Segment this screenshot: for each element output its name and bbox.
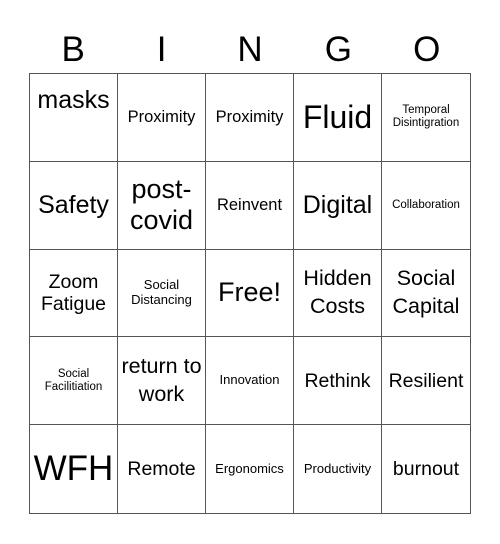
header-letter-i: I: [156, 30, 167, 69]
bingo-cell[interactable]: Collaboration: [382, 162, 470, 250]
bingo-cell[interactable]: Zoom Fatigue: [30, 249, 118, 338]
bingo-cell[interactable]: return to work: [118, 337, 206, 426]
bingo-cell[interactable]: Proximity: [206, 74, 294, 162]
bingo-cell[interactable]: Reinvent: [206, 161, 294, 250]
bingo-cell[interactable]: Ergonomics: [206, 425, 294, 513]
bingo-header: B I N G O: [29, 28, 471, 72]
bingo-cell[interactable]: Digital: [294, 161, 382, 250]
bingo-cell[interactable]: Remote: [118, 425, 206, 513]
header-letter-b: B: [61, 30, 85, 69]
header-letter-g: G: [324, 30, 352, 69]
bingo-cell[interactable]: Resilient: [382, 337, 470, 426]
header-letter-n: N: [237, 30, 263, 69]
bingo-cell[interactable]: Safety: [30, 161, 118, 250]
bingo-cell[interactable]: Social Capital: [382, 250, 470, 338]
bingo-cell[interactable]: Innovation: [206, 337, 294, 426]
bingo-cell[interactable]: Proximity: [118, 74, 206, 162]
bingo-cell[interactable]: Fluid: [294, 74, 382, 162]
header-letter-o: O: [413, 30, 441, 69]
bingo-card-grid: masks Proximity Proximity Fluid Temporal…: [29, 73, 471, 514]
bingo-cell[interactable]: WFH: [30, 425, 118, 513]
bingo-cell[interactable]: Temporal Disintigration: [382, 74, 470, 162]
bingo-cell[interactable]: Social Facilitiation: [30, 337, 118, 426]
bingo-cell[interactable]: burnout: [382, 425, 470, 513]
bingo-cell[interactable]: Productivity: [294, 425, 382, 513]
bingo-cell[interactable]: masks: [30, 74, 118, 162]
bingo-cell[interactable]: post-covid: [118, 161, 206, 250]
bingo-cell[interactable]: Rethink: [294, 337, 382, 426]
bingo-cell[interactable]: Hidden Costs: [294, 249, 382, 338]
bingo-cell[interactable]: Social Distancing: [118, 249, 206, 338]
free-space-cell[interactable]: Free!: [206, 249, 294, 338]
